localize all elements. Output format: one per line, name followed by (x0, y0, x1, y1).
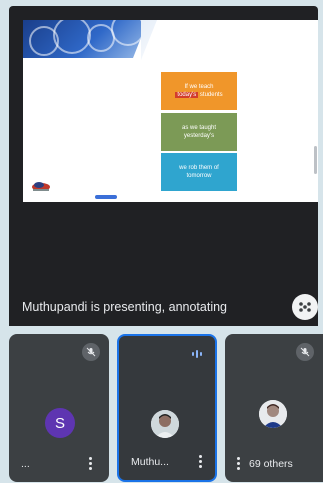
slide-highlight: today's (175, 92, 199, 98)
participant-count: 69 others (249, 458, 293, 470)
kebab-menu-icon[interactable] (89, 457, 93, 471)
slide-swirl (111, 20, 145, 46)
participant-name: Muthu... (131, 456, 169, 468)
avatar (151, 410, 179, 438)
participant-tile-others[interactable]: 69 others (225, 334, 323, 482)
shared-slide[interactable]: If we teach today's students as we taugh… (23, 20, 318, 202)
presenter-status: Muthupandi is presenting, annotating (22, 300, 228, 314)
mic-off-button (82, 343, 100, 361)
mic-off-button (296, 343, 314, 361)
slide-box-orange: If we teach today's students (161, 72, 237, 110)
speaking-indicator (188, 345, 206, 363)
person-photo-icon (151, 410, 179, 438)
slide-text: students (199, 92, 223, 98)
person-photo-icon (259, 400, 287, 428)
participant-strip: S ... Muthu... 69 others (0, 326, 323, 483)
slide-text: as we taught (181, 125, 217, 131)
more-options-icon (299, 302, 311, 312)
avatar (259, 400, 287, 428)
kebab-menu-icon[interactable] (199, 455, 203, 469)
slide-text: tomorrow (186, 173, 212, 179)
slide-banner (23, 20, 148, 58)
participant-tile-active[interactable]: Muthu... (117, 334, 217, 482)
participant-name: ... (21, 458, 30, 470)
speaking-icon (192, 350, 202, 358)
mic-off-icon (300, 347, 310, 357)
slide-text: If we teach (184, 84, 214, 90)
mic-off-icon (86, 347, 96, 357)
kebab-menu-icon[interactable] (237, 457, 241, 471)
slide-text: yesterday's (183, 133, 215, 139)
participant-tile[interactable]: S ... (9, 334, 109, 482)
slide-text: we rob them of (179, 165, 219, 171)
slide-pill (95, 195, 117, 199)
slide-banner-edge (141, 20, 157, 60)
avatar: S (45, 408, 75, 438)
scroll-indicator[interactable] (314, 146, 317, 174)
slide-logo-icon (32, 182, 50, 191)
slide-box-teal: we rob them of tomorrow (161, 153, 237, 191)
more-options-button[interactable] (292, 294, 318, 320)
slide-swirl (53, 20, 91, 54)
slide-box-green: as we taught yesterday's (161, 113, 237, 151)
